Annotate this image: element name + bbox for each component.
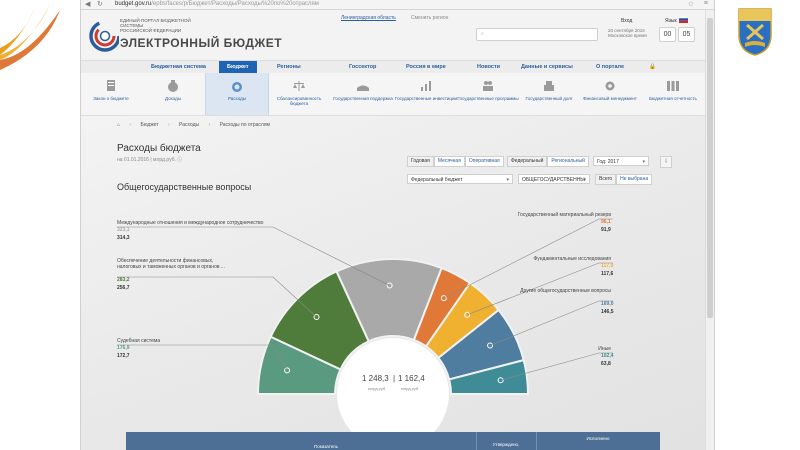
url-text[interactable]: budget.gov.ru/epbs/faces/p/Бюджет/Расход… xyxy=(115,1,319,7)
scrollbar-thumb[interactable] xyxy=(707,18,713,318)
legend-value-b: 91,9 xyxy=(601,227,611,233)
legend-value-a: 96,1 xyxy=(601,219,611,225)
legend-label: Обеспечение деятельности финансовых, нал… xyxy=(117,258,226,270)
legend-value-a: 176,9 xyxy=(117,345,130,351)
legend-value-b: 256,7 xyxy=(117,285,130,291)
legend-label: Иные xyxy=(598,346,611,352)
col-approved: Утверждено, xyxy=(492,442,520,447)
table-header: Показатель Утверждено, Исполнено xyxy=(126,432,660,450)
total-unit-b: млрд.руб. xyxy=(401,386,420,391)
decorative-swoosh xyxy=(0,5,60,70)
total-divider: | xyxy=(393,374,396,383)
page: ЕДИНЫЙ ПОРТАЛ БЮДЖЕТНОЙ СИСТЕМЫ РОССИЙСК… xyxy=(81,10,705,450)
url-host: budget.gov.ru xyxy=(115,1,152,7)
legend-value-b: 146,5 xyxy=(601,309,614,315)
legend-value-a: 102,4 xyxy=(601,353,614,359)
legend-value-a: 169,0 xyxy=(601,301,614,307)
legend-label: Государственный материальный резерв xyxy=(517,212,611,218)
expenses-chart xyxy=(117,218,613,450)
refresh-icon[interactable]: ↻ xyxy=(97,0,103,8)
menu-icon[interactable]: ≡ xyxy=(704,0,708,7)
legend-value-b: 117,6 xyxy=(601,271,614,277)
legend-label: Фундаментальные исследования xyxy=(533,256,611,262)
total-unit-a: млрд.руб. xyxy=(368,386,387,391)
total-value-a: 1 248,3 xyxy=(362,374,389,383)
col-executed: Исполнено xyxy=(586,436,610,441)
scrollbar[interactable] xyxy=(705,10,714,450)
legend-label: Другие общегосударственные вопросы xyxy=(520,288,611,294)
coat-of-arms-icon xyxy=(731,5,779,57)
total-value-b: 1 162,4 xyxy=(398,374,425,383)
col-indicator: Показатель xyxy=(313,444,339,449)
star-icon[interactable]: ☆ xyxy=(688,0,694,8)
browser-window: ◀ ↻ budget.gov.ru/epbs/faces/p/Бюджет/Ра… xyxy=(80,0,715,450)
legend-value-b: 172,7 xyxy=(117,353,130,359)
address-bar[interactable]: ◀ ↻ budget.gov.ru/epbs/faces/p/Бюджет/Ра… xyxy=(81,0,714,10)
legend-label: Международные отношения и международное … xyxy=(117,220,264,226)
legend-value-a: 283,2 xyxy=(117,277,130,283)
legend-value-a: 323,1 xyxy=(117,227,130,233)
legend-value-a: 117,9 xyxy=(601,263,614,269)
url-path: /epbs/faces/p/Бюджет/Расходы/Расходы%20п… xyxy=(151,1,319,7)
col-divider xyxy=(536,432,537,450)
legend-value-b: 314,3 xyxy=(117,235,130,241)
back-arrow-icon[interactable]: ◀ xyxy=(85,0,90,8)
col-divider xyxy=(476,432,477,450)
legend-value-b: 63,8 xyxy=(601,361,611,367)
legend-label: Судебная система xyxy=(117,338,161,344)
